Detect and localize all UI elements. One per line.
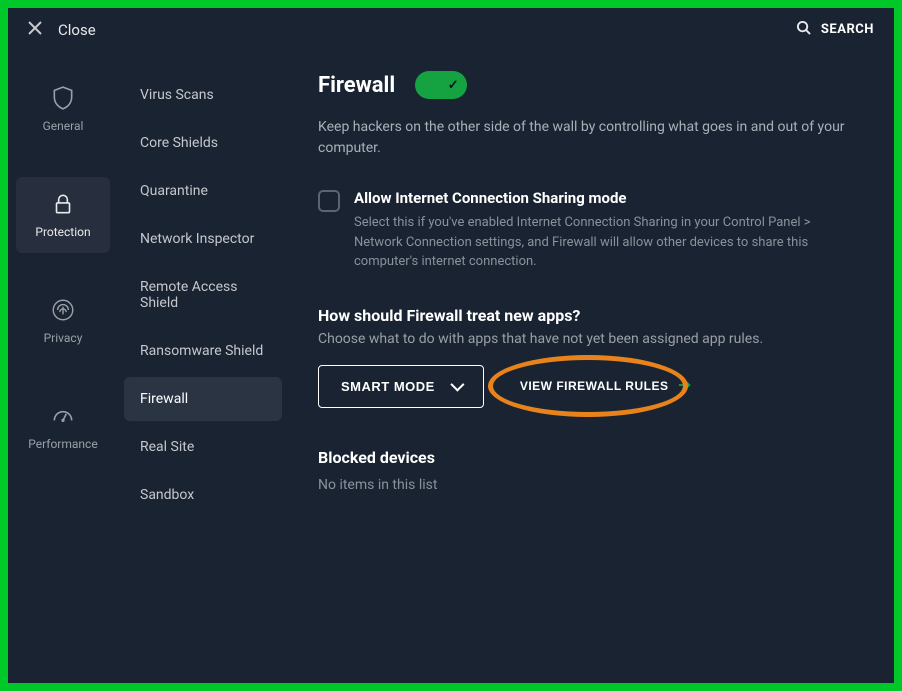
arrow-right-icon: [678, 379, 692, 394]
category-label: General: [43, 119, 84, 133]
ics-description: Select this if you've enabled Internet C…: [354, 213, 844, 272]
category-performance[interactable]: Performance: [16, 389, 110, 465]
ics-label: Allow Internet Connection Sharing mode: [354, 189, 844, 207]
smart-mode-dropdown[interactable]: SMART MODE: [318, 365, 484, 408]
smart-mode-label: SMART MODE: [341, 379, 435, 394]
gauge-icon: [50, 403, 76, 429]
sub-item-real-site[interactable]: Real Site: [124, 425, 282, 469]
category-label: Performance: [28, 437, 97, 451]
main-panel: Firewall Keep hackers on the other side …: [288, 51, 894, 683]
chevron-down-icon: [450, 378, 464, 392]
sidebar-categories: General Protection Privacy Performance: [8, 51, 118, 683]
view-rules-label: VIEW FIREWALL RULES: [520, 379, 669, 393]
category-general[interactable]: General: [16, 71, 110, 147]
sub-item-ransomware-shield[interactable]: Ransomware Shield: [124, 329, 282, 373]
category-label: Protection: [35, 225, 90, 239]
sub-item-firewall[interactable]: Firewall: [124, 377, 282, 421]
new-apps-title: How should Firewall treat new apps?: [318, 306, 864, 325]
page-title: Firewall: [318, 73, 395, 98]
search-button[interactable]: SEARCH: [796, 20, 874, 39]
sub-item-network-inspector[interactable]: Network Inspector: [124, 217, 282, 261]
sidebar-subitems: Virus Scans Core Shields Quarantine Netw…: [118, 51, 288, 683]
lock-icon: [50, 191, 76, 217]
fingerprint-icon: [50, 297, 76, 323]
view-firewall-rules-button[interactable]: VIEW FIREWALL RULES: [506, 369, 707, 404]
sub-item-remote-access-shield[interactable]: Remote Access Shield: [124, 265, 282, 325]
sub-item-core-shields[interactable]: Core Shields: [124, 121, 282, 165]
ics-checkbox[interactable]: [318, 190, 340, 212]
new-apps-description: Choose what to do with apps that have no…: [318, 331, 864, 347]
close-button[interactable]: Close: [28, 20, 96, 39]
close-icon: [28, 20, 42, 39]
search-label: SEARCH: [821, 22, 874, 37]
firewall-toggle[interactable]: [415, 71, 467, 99]
sub-item-virus-scans[interactable]: Virus Scans: [124, 73, 282, 117]
category-protection[interactable]: Protection: [16, 177, 110, 253]
close-label: Close: [58, 21, 96, 39]
blocked-devices-empty: No items in this list: [318, 477, 864, 493]
check-icon: [442, 74, 464, 96]
search-icon: [796, 20, 811, 39]
category-privacy[interactable]: Privacy: [16, 283, 110, 359]
shield-icon: [50, 85, 76, 111]
blocked-devices-title: Blocked devices: [318, 448, 864, 467]
category-label: Privacy: [44, 331, 83, 345]
page-description: Keep hackers on the other side of the wa…: [318, 117, 858, 159]
sub-item-sandbox[interactable]: Sandbox: [124, 473, 282, 517]
sub-item-quarantine[interactable]: Quarantine: [124, 169, 282, 213]
